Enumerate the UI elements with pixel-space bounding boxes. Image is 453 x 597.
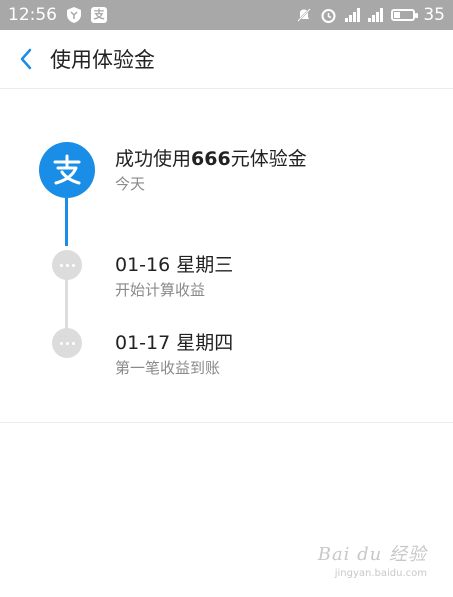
event-title: 01-17 星期四 [115,332,234,354]
event-title-suffix: 元体验金 [230,148,307,170]
ellipsis-icon [52,328,82,358]
event-title-prefix: 成功使用 [115,148,192,170]
event-subtitle: 第一笔收益到账 [115,359,221,377]
status-bar: 12:56 支 35 [0,0,453,30]
timeline-event: 成功使用666元体验金 今天 [115,147,307,195]
status-left: 12:56 支 [8,5,107,25]
event-subtitle: 开始计算收益 [115,281,206,299]
watermark: Bai du 经验 jingyan.baidu.com [318,540,427,579]
watermark-url: jingyan.baidu.com [334,568,427,579]
event-title: 01-16 星期三 [115,254,234,276]
event-title: 成功使用666元体验金 [115,147,307,171]
battery-icon [391,9,419,21]
watermark-title: Bai du 经验 [317,544,427,565]
timeline-event: 01-16 星期三 开始计算收益 [115,253,233,301]
status-right: 35 [296,5,445,25]
event-amount: 666 [191,148,231,170]
ellipsis-icon [52,250,82,280]
timeline-event: 01-17 星期四 第一笔收益到账 [115,331,233,379]
signal-icon [368,8,384,22]
back-button[interactable] [2,30,50,88]
header: 使用体验金 [0,30,453,89]
alipay-icon [39,142,95,198]
battery-fill [394,12,401,18]
timeline: 成功使用666元体验金 今天 01-16 星期三 开始计算收益 01-17 星期… [0,89,453,423]
page-title: 使用体验金 [50,48,155,72]
mute-icon [296,7,312,23]
event-subtitle: 今天 [115,175,146,193]
status-time: 12:56 [8,5,57,25]
alipay-small-icon: 支 [91,7,107,23]
chevron-left-icon [20,48,32,70]
signal-icon [345,8,361,22]
alarm-icon [320,7,337,24]
shield-icon [67,7,81,23]
timeline-line-active [65,194,68,246]
battery-level: 35 [423,5,445,25]
